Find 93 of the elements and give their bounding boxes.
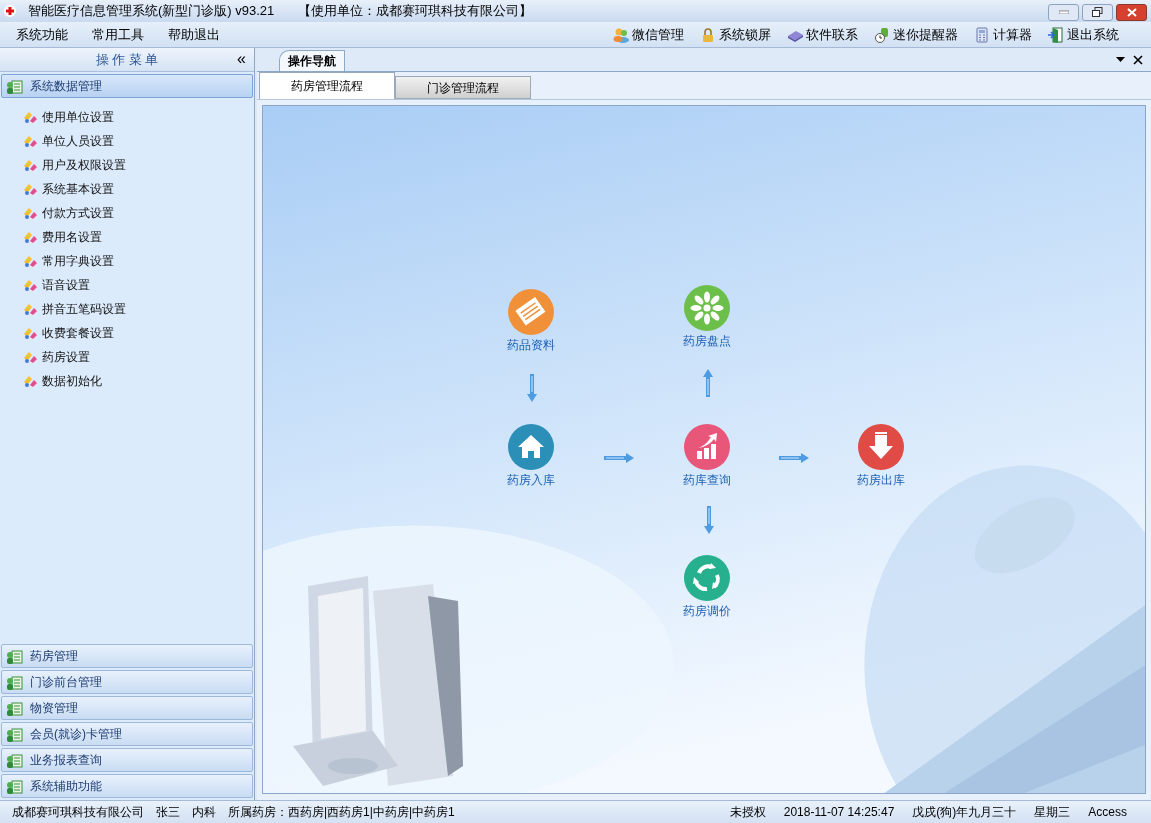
status-text: 星期三 [1034, 804, 1071, 821]
sidebar-item[interactable]: 使用单位设置 [0, 105, 254, 129]
toolbar-button[interactable]: 迷你提醒器 [874, 24, 958, 45]
sidebar-item[interactable]: 语音设置 [0, 273, 254, 297]
sidebar-item[interactable]: 拼音五笔码设置 [0, 297, 254, 321]
medical-cross-icon [4, 5, 16, 17]
toolbar-button[interactable]: 系统锁屏 [700, 24, 771, 45]
flow-node-label[interactable]: 药库查询 [683, 471, 731, 489]
right-arrow-icon [779, 453, 809, 463]
restore-icon [1092, 7, 1103, 17]
tools-icon [22, 277, 38, 293]
tools-icon [22, 109, 38, 125]
toolbar-button[interactable]: 计算器 [974, 24, 1032, 45]
status-text: 未授权 [729, 804, 766, 821]
sidebar-group-header[interactable]: 药房管理 [1, 644, 253, 668]
sidebar-group-header[interactable]: 系统辅助功能 [1, 774, 253, 798]
group-icon [6, 78, 24, 94]
right-arrow-icon [604, 453, 634, 463]
toolbar-button[interactable]: 软件联系 [787, 24, 858, 45]
tools-icon [22, 325, 38, 341]
sidebar-group-header[interactable]: 业务报表查询 [1, 748, 253, 772]
sidebar-item[interactable]: 数据初始化 [0, 369, 254, 393]
sidebar-group-header[interactable]: 物资管理 [1, 696, 253, 720]
calculator-icon [974, 26, 990, 43]
status-text: 2018-11-07 14:25:47 [783, 804, 895, 821]
sidebar-group-header[interactable]: 门诊前台管理 [1, 670, 253, 694]
flow-node-icon[interactable] [684, 285, 730, 331]
status-text: 张三 [156, 804, 180, 821]
menu-item[interactable]: 系统功能 [16, 24, 68, 45]
minimize-icon [1058, 10, 1069, 14]
flow-node-icon[interactable] [684, 424, 730, 470]
tools-icon [22, 181, 38, 197]
status-text: 内科 [192, 804, 216, 821]
tools-icon [22, 157, 38, 173]
sidebar-item[interactable]: 单位人员设置 [0, 129, 254, 153]
lock-icon [700, 26, 716, 43]
sidebar-group-header[interactable]: 会员(就诊)卡管理 [1, 722, 253, 746]
dropdown-icon[interactable] [1116, 57, 1125, 62]
sidebar-item[interactable]: 药房设置 [0, 345, 254, 369]
tools-icon [22, 301, 38, 317]
flow-node-icon[interactable] [508, 424, 554, 470]
sidebar-item[interactable]: 收费套餐设置 [0, 321, 254, 345]
toolbar-button[interactable]: 微信管理 [613, 24, 684, 45]
sidebar-item[interactable]: 用户及权限设置 [0, 153, 254, 177]
door-exit-icon [1048, 26, 1064, 43]
group-icon [6, 700, 24, 716]
flow-node-label[interactable]: 药房调价 [683, 602, 731, 620]
flow-node-label[interactable]: 药房出库 [857, 471, 905, 489]
close-icon [1126, 7, 1137, 17]
window-subtitle: 【使用单位：成都赛珂琪科技有限公司】 [298, 2, 533, 21]
up-arrow-icon [703, 369, 713, 397]
sidebar-title: 操 作 菜 单 [95, 50, 159, 69]
close-icon[interactable] [1133, 54, 1143, 65]
sidebar-item[interactable]: 费用名设置 [0, 225, 254, 249]
sidebar-item[interactable]: 常用字典设置 [0, 249, 254, 273]
tools-icon [22, 253, 38, 269]
group-icon [6, 752, 24, 768]
group-icon [6, 778, 24, 794]
tools-icon [22, 373, 38, 389]
group-icon [6, 674, 24, 690]
sidebar-item[interactable]: 系统基本设置 [0, 177, 254, 201]
status-text: 成都赛珂琪科技有限公司 [12, 804, 144, 821]
tools-icon [22, 205, 38, 221]
toolbar-button[interactable]: 退出系统 [1048, 24, 1119, 45]
window-title: 智能医疗信息管理系统(新型门诊版) v93.21 [28, 2, 275, 21]
tab[interactable]: 门诊管理流程 [395, 76, 531, 99]
flow-node-label[interactable]: 药品资料 [507, 336, 555, 354]
down-arrow-icon [704, 506, 714, 534]
flow-node-label[interactable]: 药房盘点 [683, 332, 731, 350]
restore-button[interactable] [1082, 3, 1113, 21]
menu-item[interactable]: 帮助退出 [168, 24, 220, 45]
group-icon [6, 726, 24, 742]
tools-icon [22, 133, 38, 149]
tools-icon [22, 349, 38, 365]
collapse-button[interactable]: « [237, 49, 246, 69]
tools-icon [22, 229, 38, 245]
status-text: 所属药房：西药房|西药房1|中药房|中药房1 [228, 804, 455, 821]
down-arrow-icon [527, 374, 537, 402]
flow-node-icon[interactable] [684, 555, 730, 601]
group-icon [6, 648, 24, 664]
status-text: Access [1088, 804, 1127, 821]
person-clock-icon [874, 26, 890, 43]
status-text: 戊戌(狗)年九月三十 [912, 804, 1017, 821]
tab[interactable]: 药房管理流程 [259, 72, 395, 99]
sidebar-item[interactable]: 付款方式设置 [0, 201, 254, 225]
people-icon [613, 26, 629, 43]
flow-node-icon[interactable] [508, 289, 554, 335]
close-button[interactable] [1116, 3, 1147, 21]
flow-node-icon[interactable] [858, 424, 904, 470]
document-tab[interactable]: 操作导航 [279, 50, 345, 71]
menu-item[interactable]: 常用工具 [92, 24, 144, 45]
sidebar-group-header[interactable]: 系统数据管理 [1, 74, 253, 98]
flow-node-label[interactable]: 药房入库 [507, 471, 555, 489]
